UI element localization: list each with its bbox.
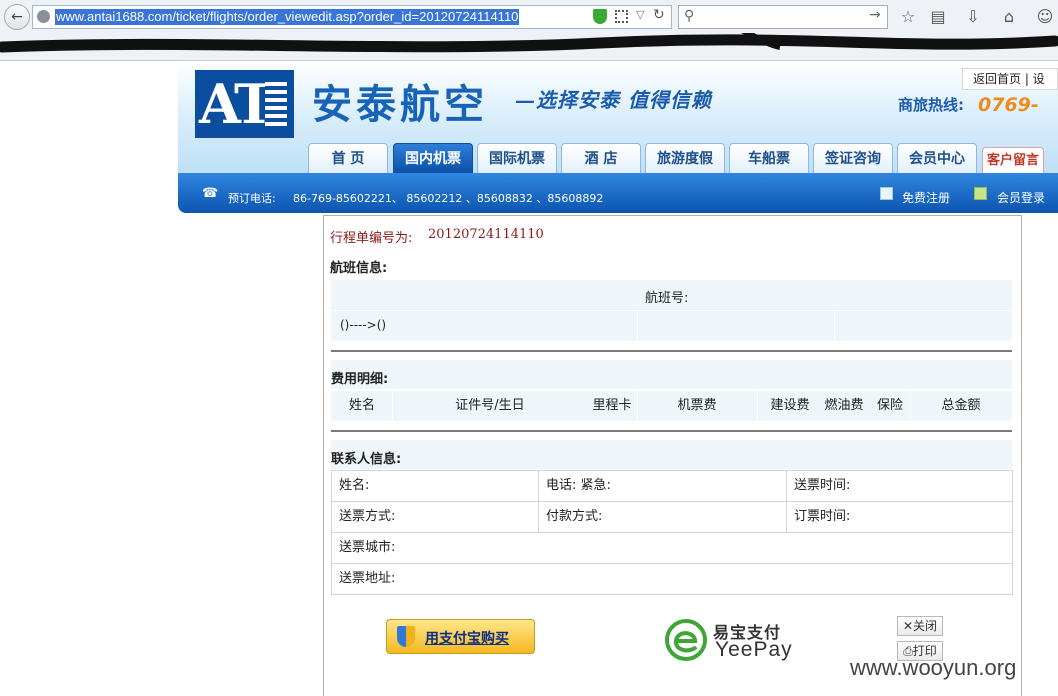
- logo-stripes: [265, 82, 287, 128]
- back-icon[interactable]: ←: [4, 4, 30, 30]
- search-icon: ⚲: [684, 8, 695, 24]
- browser-toolbar: ← www.antai1688.com/ticket/flights/order…: [0, 0, 1058, 61]
- info-bar: ☎ 预订电话: 86-769-85602221、 85602212 、85608…: [178, 173, 1058, 213]
- download-icon[interactable]: ⇩: [962, 6, 984, 28]
- fee-col-fuel: 燃油费: [824, 398, 864, 413]
- close-icon: ✕: [902, 619, 914, 633]
- tab-hotel[interactable]: 酒 店: [561, 143, 641, 173]
- alipay-label: 用支付宝购买: [425, 631, 509, 647]
- contact-phone: 电话: 紧急:: [538, 470, 787, 502]
- smiley-icon[interactable]: ☺: [1034, 6, 1056, 28]
- tab-holidays[interactable]: 旅游度假: [645, 143, 725, 173]
- table-divider: [834, 311, 835, 341]
- top-links[interactable]: 返回首页 | 设: [962, 68, 1058, 90]
- fee-col-construction: 建设费: [770, 398, 810, 413]
- contact-section-title: 联系人信息:: [331, 452, 402, 467]
- delivery-city: 送票城市:: [331, 532, 1013, 564]
- booking-phone-label: 预订电话:: [228, 192, 276, 205]
- tab-feedback[interactable]: 客户留言: [982, 147, 1044, 173]
- delivery-time: 送票时间:: [786, 470, 1013, 502]
- reload-icon[interactable]: ↻: [653, 7, 665, 23]
- hotline-label: 商旅热线:: [898, 96, 964, 114]
- yeepay-en: YeePay: [715, 638, 793, 661]
- flight-route: ()---->(): [340, 318, 387, 332]
- fee-col-total: 总金额: [941, 398, 981, 413]
- tab-visa[interactable]: 签证咨询: [813, 143, 893, 173]
- go-arrow-icon[interactable]: →: [869, 7, 881, 23]
- fee-col-id: 证件号/生日: [455, 398, 525, 413]
- booking-phones: 86-769-85602221、 85602212 、85608832 、856…: [293, 192, 604, 205]
- dropdown-icon[interactable]: ▽: [636, 8, 644, 21]
- qr-icon[interactable]: [615, 10, 628, 23]
- fee-section-title: 费用明细:: [331, 372, 389, 387]
- tab-bus-ship[interactable]: 车船票: [729, 143, 809, 173]
- tab-domestic-flights[interactable]: 国内机票: [393, 143, 473, 173]
- fee-col-mileage: 里程卡: [592, 398, 632, 413]
- redaction-scribble: [0, 33, 1058, 53]
- table-divider: [637, 311, 638, 341]
- fee-col-name: 姓名: [348, 398, 375, 413]
- address-bar[interactable]: www.antai1688.com/ticket/flights/order_v…: [32, 5, 672, 29]
- reading-list-icon[interactable]: ▤: [927, 6, 949, 28]
- itinerary-number: 20120724114110: [428, 227, 544, 242]
- brand-name: 安泰航空: [312, 81, 488, 128]
- tab-home[interactable]: 首 页: [308, 143, 388, 173]
- shield-icon: [397, 626, 415, 647]
- tab-member-center[interactable]: 会员中心: [897, 143, 977, 173]
- site-logo[interactable]: AT: [195, 70, 294, 138]
- alipay-button[interactable]: 用支付宝购买: [386, 619, 535, 654]
- flight-route-row: [331, 311, 1012, 341]
- fee-title-row: [331, 360, 1012, 389]
- delivery-method: 送票方式:: [331, 501, 539, 533]
- register-link[interactable]: 免费注册: [902, 189, 950, 206]
- phone-icon: ☎: [202, 186, 219, 201]
- yeepay-icon: [665, 619, 707, 661]
- logo-text: AT: [199, 72, 274, 136]
- table-divider: [910, 391, 911, 421]
- home-icon[interactable]: ⌂: [998, 6, 1020, 28]
- url-text[interactable]: www.antai1688.com/ticket/flights/order_v…: [55, 9, 520, 25]
- star-icon[interactable]: ☆: [897, 6, 919, 28]
- contact-name: 姓名:: [331, 470, 539, 502]
- section-separator: [331, 430, 1012, 432]
- hotline-number: 0769-: [978, 94, 1039, 116]
- flight-number-label: 航班号:: [645, 291, 689, 306]
- brand-slogan: —选择安泰 值得信赖: [515, 88, 712, 112]
- close-button[interactable]: ✕关闭: [897, 616, 943, 636]
- table-divider: [757, 391, 758, 421]
- fee-col-ticket: 机票费: [677, 398, 717, 413]
- login-link[interactable]: 会员登录: [997, 189, 1045, 206]
- globe-icon: [37, 10, 50, 23]
- tab-international-flights[interactable]: 国际机票: [477, 143, 557, 173]
- fee-col-insurance: 保险: [876, 398, 903, 413]
- itinerary-label: 行程单编号为:: [330, 231, 413, 246]
- yeepay-logo[interactable]: 易宝支付 YeePay: [665, 618, 800, 662]
- login-icon: [974, 187, 987, 200]
- flight-section-title: 航班信息:: [330, 261, 388, 276]
- contact-title-row: [331, 440, 1012, 469]
- delivery-address: 送票地址:: [331, 563, 1013, 595]
- register-icon: [880, 187, 893, 200]
- watermark: www.wooyun.org: [850, 655, 1017, 680]
- search-bar[interactable]: ⚲ →: [678, 5, 888, 29]
- payment-method: 付款方式:: [538, 501, 787, 533]
- order-time: 订票时间:: [786, 501, 1013, 533]
- shield-icon[interactable]: [593, 9, 607, 24]
- close-label: 关闭: [913, 619, 938, 633]
- section-separator: [331, 350, 1012, 352]
